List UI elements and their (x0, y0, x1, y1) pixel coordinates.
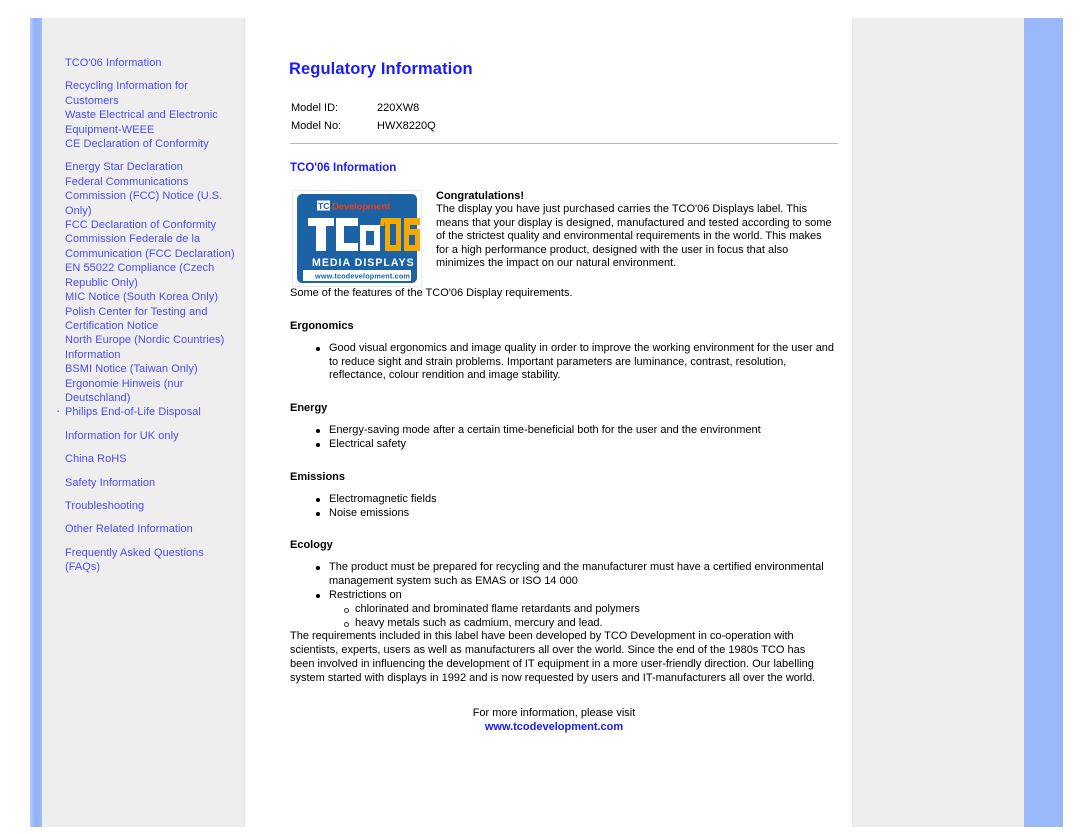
sidebar-item-waste-electrical-and-electronic-equipment-weee[interactable]: Waste Electrical and Electronic Equipmen… (65, 108, 245, 137)
sidebar-group: Information for UK only (65, 429, 245, 443)
sidebar-item-frequently-asked-questions-faqs[interactable]: Frequently Asked Questions (FAQs) (65, 546, 245, 575)
sidebar-item-commission-federale-de-la-communication-fcc-declaration[interactable]: Commission Federale de la Communication … (65, 232, 245, 261)
list-item: Good visual ergonomics and image quality… (316, 341, 841, 383)
sidebar-group: Troubleshooting (65, 499, 245, 513)
congratulations-block: Congratulations! The display you have ju… (436, 190, 836, 271)
table-row: Model No: HWX8220Q (291, 117, 436, 135)
bullet-list: The product must be prepared for recycli… (289, 561, 841, 630)
sidebar-group: Energy Star Declaration Federal Communica… (56, 160, 245, 419)
svg-text:www.tcodevelopment.com: www.tcodevelopment.com (314, 271, 410, 280)
list-item-text: Electrical safety (329, 437, 407, 450)
list-item-text: Electromagnetic fields (329, 492, 437, 505)
sidebar-group: Recycling Information for Customers Waste… (65, 79, 245, 151)
footer-note-text: For more information, please visit (472, 706, 636, 719)
sidebar-item-safety-information[interactable]: Safety Information (65, 476, 245, 490)
sidebar-group: Safety Information (65, 476, 245, 490)
svg-text:MEDIA DISPLAYS: MEDIA DISPLAYS (312, 257, 415, 269)
model-key: Model No: (291, 120, 342, 132)
subsection-heading: Ergonomics (290, 319, 354, 332)
sidebar-item-fcc-declaration-of-conformity[interactable]: FCC Declaration of Conformity (65, 218, 245, 232)
bullet-list: Good visual ergonomics and image quality… (289, 342, 841, 383)
tcodevelopment-link[interactable]: www.tcodevelopment.com (289, 720, 819, 734)
list-item: Electromagnetic fields (316, 492, 841, 507)
sidebar-group: Other Related Information (65, 522, 245, 536)
sidebar-link-list: TCO'06 Information Recycling Information … (42, 18, 245, 575)
model-value: 220XW8 (377, 102, 420, 114)
sidebar-item-mic-notice-south-korea-only[interactable]: MIC Notice (South Korea Only) (65, 290, 245, 304)
svg-text:Development: Development (332, 201, 391, 212)
subsection-heading: Emissions (290, 470, 346, 483)
sidebar-group: TCO'06 Information (65, 56, 245, 70)
list-item: Noise emissions (316, 506, 841, 521)
sidebar-item-bsmi-notice-taiwan-only[interactable]: BSMI Notice (Taiwan Only) (65, 362, 245, 376)
sidebar-item-philips-end-of-life-disposal[interactable]: Philips End-of-Life Disposal (56, 404, 245, 419)
table-row: Model ID: 220XW8 (291, 99, 436, 117)
sidebar-group: China RoHS (65, 452, 245, 466)
right-gray-margin (852, 18, 1024, 827)
sidebar-item-china-rohs[interactable]: China RoHS (65, 452, 245, 466)
features-intro-text: Some of the features of the TCO'06 Displ… (290, 287, 573, 299)
sub-bullet-list: chlorinated and brominated flame retarda… (329, 603, 841, 631)
list-item: The product must be prepared for recycli… (316, 561, 841, 589)
page-frame: TCO'06 Information Recycling Information … (30, 18, 1063, 827)
left-frame-bar (30, 18, 42, 827)
model-value: HWX8220Q (377, 120, 436, 132)
right-frame-bar (1023, 18, 1063, 827)
section-title-tco06: TCO'06 Information (290, 162, 397, 174)
tco06-media-displays-logo-icon: TCO Development MEDIA DISPLAYS www.tcode… (292, 190, 422, 287)
list-item: Electrical safety (316, 437, 841, 452)
sidebar-item-ergonomie-hinweis-nur-deutschland[interactable]: Ergonomie Hinweis (nur Deutschland) (65, 377, 245, 406)
list-item-text: Good visual ergonomics and image quality… (329, 341, 835, 382)
bullet-list: Electromagnetic fields Noise emissions (289, 493, 841, 521)
requirements-sections: Ergonomics Good visual ergonomics and ima… (289, 320, 841, 631)
model-info-table: Model ID: 220XW8 Model No: HWX8220Q (291, 99, 436, 135)
list-item-text: Restrictions on (329, 588, 402, 601)
model-key: Model ID: (291, 102, 339, 114)
sidebar-navigation: TCO'06 Information Recycling Information … (42, 18, 245, 827)
bullet-list: Energy-saving mode after a certain time-… (289, 424, 841, 452)
sidebar-group: Frequently Asked Questions (FAQs) (65, 546, 245, 575)
sidebar-item-energy-star-declaration[interactable]: Energy Star Declaration (65, 160, 245, 174)
list-item: Energy-saving mode after a certain time-… (316, 424, 841, 438)
subsection-heading: Ecology (290, 539, 333, 552)
sidebar-item-en-55022-compliance-czech-republic-only[interactable]: EN 55022 Compliance (Czech Republic Only… (65, 261, 245, 290)
sidebar-item-troubleshooting[interactable]: Troubleshooting (65, 499, 245, 513)
sidebar-item-ce-declaration-of-conformity[interactable]: CE Declaration of Conformity (65, 137, 245, 151)
list-item-text: Noise emissions (329, 506, 410, 519)
subsection-heading: Energy (290, 402, 328, 415)
page-title: Regulatory Information (289, 60, 473, 78)
congratulations-heading: Congratulations! (436, 190, 524, 202)
sidebar-item-information-for-uk-only[interactable]: Information for UK only (65, 429, 245, 443)
sidebar-item-tco-06-information[interactable]: TCO'06 Information (65, 56, 245, 70)
list-item-text: The product must be prepared for recycli… (329, 561, 824, 588)
sidebar-item-recycling-information-for-customers[interactable]: Recycling Information for Customers (65, 79, 245, 108)
sidebar-item-north-europe-nordic-countries-information[interactable]: North Europe (Nordic Countries) Informat… (65, 333, 245, 362)
main-content: Regulatory Information Model ID: 220XW8 Mo… (245, 18, 852, 827)
list-item: Restrictions on chlorinated and brominate… (316, 588, 841, 631)
closing-paragraph: The requirements included in this label … (290, 630, 816, 684)
sidebar-item-polish-center-for-testing-and-certification-notice[interactable]: Polish Center for Testing and Certificat… (65, 305, 245, 334)
footer-note: For more information, please visit www.t… (289, 706, 819, 734)
sidebar-item-other-related-information[interactable]: Other Related Information (65, 522, 245, 536)
sidebar-item-federal-communications-commission-fcc-notice-u-s-only[interactable]: Federal Communications Commission (FCC) … (65, 175, 245, 218)
horizontal-divider (290, 143, 838, 144)
sub-list-item: chlorinated and brominated flame retarda… (344, 603, 841, 617)
sub-list-item: heavy metals such as cadmium, mercury an… (344, 617, 841, 631)
congratulations-body: The display you have just purchased carr… (436, 203, 832, 270)
list-item-text: Energy-saving mode after a certain time-… (329, 424, 761, 437)
tco-label-block: TCO Development MEDIA DISPLAYS www.tcode… (292, 190, 841, 287)
